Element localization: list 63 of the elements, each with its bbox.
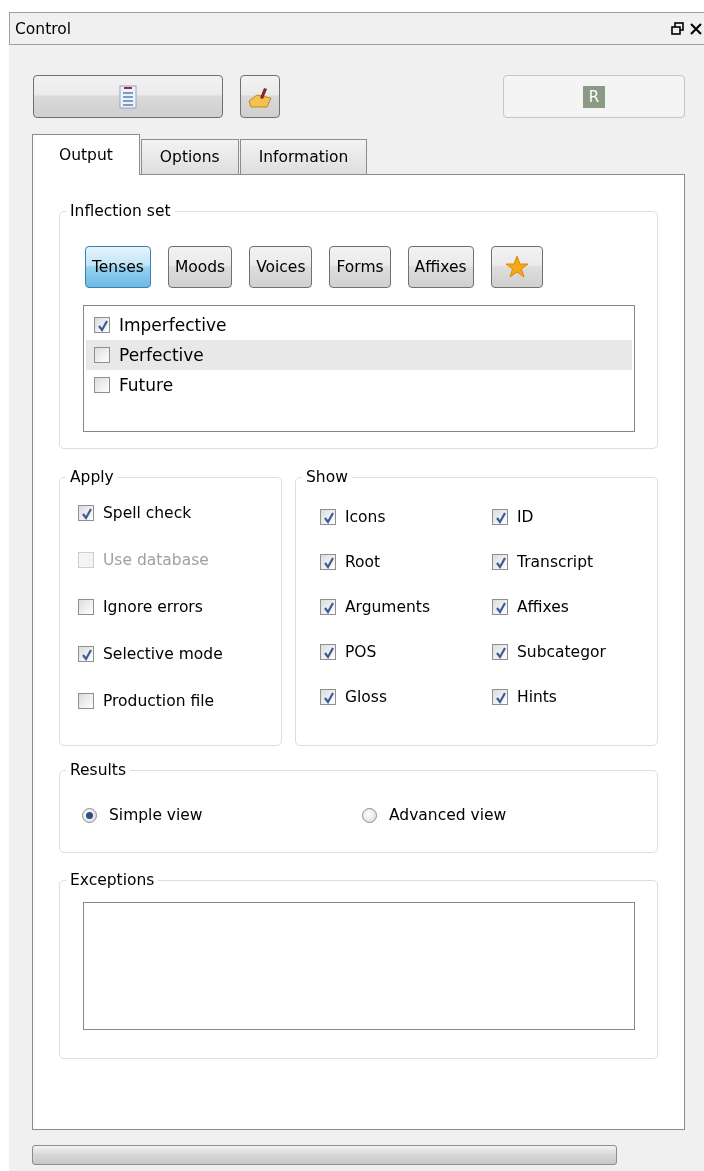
checkbox[interactable] xyxy=(78,599,94,615)
checkbox-label: Imperfective xyxy=(119,315,227,335)
group-title: Apply xyxy=(69,468,115,486)
checkbox-label: Icons xyxy=(345,508,386,526)
category-button[interactable]: Forms xyxy=(329,246,391,288)
tab[interactable]: Information xyxy=(239,139,368,174)
star-icon xyxy=(504,255,529,279)
exceptions-field[interactable] xyxy=(83,902,635,1030)
checkbox[interactable] xyxy=(492,509,508,525)
radio-button[interactable] xyxy=(362,807,377,823)
radio-label: Simple view xyxy=(109,806,203,824)
list-row-highlight[interactable]: Perfective xyxy=(86,340,632,370)
float-icon[interactable] xyxy=(671,22,684,35)
toolbar-button[interactable] xyxy=(33,75,223,118)
checkbox[interactable] xyxy=(94,317,110,333)
radio-label: Advanced view xyxy=(389,806,507,824)
category-button[interactable]: Affixes xyxy=(407,246,474,288)
toolbar-button[interactable] xyxy=(240,75,280,118)
document-icon xyxy=(119,84,137,109)
checkbox-label: ID xyxy=(517,508,534,526)
checkbox-label: Use database xyxy=(103,551,209,569)
checkbox[interactable] xyxy=(320,689,336,705)
group-title: Inflection set xyxy=(69,202,172,220)
checkbox-label: Future xyxy=(119,375,174,395)
checkbox-label: Hints xyxy=(517,688,557,706)
checkbox[interactable] xyxy=(492,599,508,615)
checkbox-label: Arguments xyxy=(345,598,430,616)
checkbox[interactable] xyxy=(492,644,508,660)
checkbox-label: Selective mode xyxy=(103,645,223,663)
group-title: Show xyxy=(305,468,349,486)
checkbox-label: Spell check xyxy=(103,504,192,522)
radio-button[interactable] xyxy=(82,807,97,823)
favorites-button[interactable] xyxy=(490,246,543,288)
checkbox[interactable] xyxy=(320,554,336,570)
checkbox[interactable] xyxy=(78,693,94,709)
category-button[interactable]: Moods xyxy=(167,246,233,288)
checkbox[interactable] xyxy=(492,689,508,705)
checkbox[interactable] xyxy=(320,599,336,615)
checkbox-label: POS xyxy=(345,643,377,661)
checkbox[interactable] xyxy=(94,347,110,363)
category-button[interactable]: Voices xyxy=(249,246,313,288)
checkbox-label: Transcript xyxy=(517,553,594,571)
checkbox-label: Affixes xyxy=(517,598,569,616)
tab[interactable]: Options xyxy=(140,139,239,174)
close-icon[interactable] xyxy=(690,22,702,35)
checkbox-label: Root xyxy=(345,553,381,571)
tab[interactable]: Output xyxy=(32,134,140,175)
checkbox[interactable] xyxy=(78,646,94,662)
horizontal-scrollbar[interactable] xyxy=(32,1145,617,1165)
window-title: Control xyxy=(15,19,73,38)
checkbox-label: Subcategor xyxy=(517,643,606,661)
checkbox-label: Gloss xyxy=(345,688,387,706)
group-title: Results xyxy=(69,761,127,779)
checkbox[interactable] xyxy=(320,509,336,525)
checkbox-label: Ignore errors xyxy=(103,598,203,616)
checkbox[interactable] xyxy=(492,554,508,570)
checkbox[interactable] xyxy=(94,377,110,393)
checkbox-label: Production file xyxy=(103,692,214,710)
checkbox[interactable] xyxy=(78,505,94,521)
checkbox-label: Perfective xyxy=(119,345,204,365)
group-title: Exceptions xyxy=(69,871,156,889)
category-button[interactable]: Tenses xyxy=(85,246,151,288)
checkbox[interactable] xyxy=(320,644,336,660)
